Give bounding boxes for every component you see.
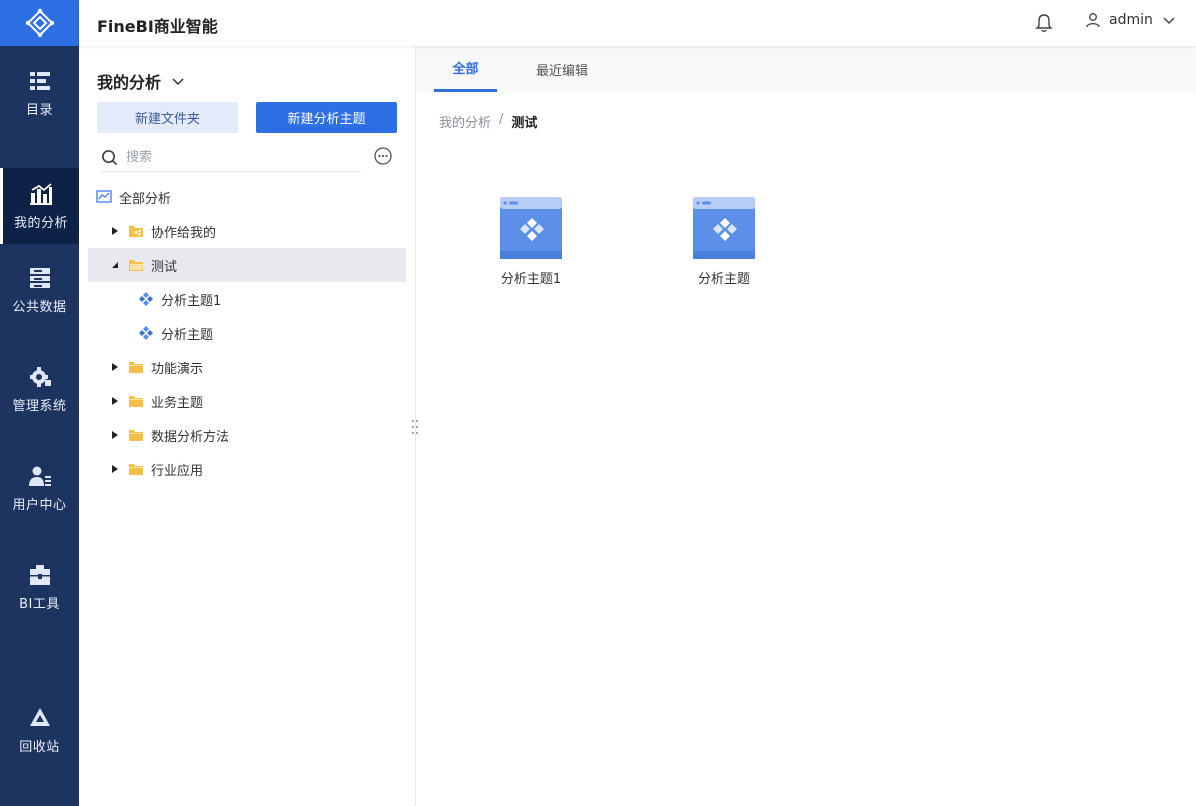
rail-item-user-center[interactable]: 用户中心 — [0, 450, 79, 526]
search-box — [101, 144, 361, 172]
panel-title: 我的分析 — [97, 73, 162, 92]
analysis-subject-icon — [139, 326, 153, 340]
breadcrumb-separator: / — [499, 112, 504, 127]
breadcrumb-root[interactable]: 我的分析 — [439, 112, 491, 131]
chevron-down-icon — [172, 78, 184, 86]
subject-card[interactable]: 分析主题 — [664, 196, 784, 287]
app-title: FineBI商业智能 — [97, 17, 218, 36]
rail-item-label: 管理系统 — [12, 398, 67, 414]
recycle-icon — [29, 707, 50, 726]
tree-item-label: 分析主题 — [161, 327, 214, 343]
rail-item-label: 我的分析 — [13, 215, 68, 231]
panel-title-dropdown[interactable]: 我的分析 — [97, 69, 185, 93]
user-name: admin — [1109, 12, 1153, 28]
shared-folder-icon — [129, 226, 143, 237]
caret-right-icon — [112, 465, 118, 473]
tree-item-label: 数据分析方法 — [151, 429, 230, 445]
bell-icon[interactable] — [1034, 13, 1054, 33]
finebi-logo-icon — [25, 8, 54, 38]
line-chart-icon — [96, 190, 112, 203]
tree-item-label: 全部分析 — [119, 191, 172, 207]
new-subject-button[interactable]: 新建分析主题 — [256, 102, 397, 133]
user-icon — [1086, 13, 1100, 28]
analysis-subject-card-icon — [500, 197, 562, 259]
rail-item-label: 目录 — [25, 102, 53, 118]
top-header: FineBI商业智能 admin — [79, 0, 1196, 46]
tree-item-business-subject[interactable]: 业务主题 — [88, 384, 406, 418]
analysis-chart-icon — [30, 182, 52, 205]
toolbox-icon — [29, 564, 50, 585]
more-options-icon[interactable] — [374, 147, 392, 165]
rail-item-label: 用户中心 — [12, 497, 67, 513]
tree-item-test[interactable]: 测试 — [88, 248, 406, 282]
panel-resize-handle[interactable] — [410, 418, 420, 436]
tab-all[interactable]: 全部 — [434, 46, 497, 92]
nav-rail: 目录 我的分析 公共数据 管理系统 用户中心 BI工具 回收站 — [0, 0, 79, 806]
rail-item-manage-system[interactable]: 管理系统 — [0, 351, 79, 427]
folder-icon — [129, 362, 143, 373]
analysis-panel: 我的分析 新建文件夹 新建分析主题 全部分析 协作给我的 测试 分析主题1 分析 — [79, 46, 416, 806]
tree-item-label: 协作给我的 — [151, 225, 217, 241]
content-tabs: 全部 最近编辑 — [416, 46, 1196, 92]
caret-right-icon — [112, 397, 118, 405]
card-label: 分析主题1 — [500, 272, 562, 287]
tree-item-shared-to-me[interactable]: 协作给我的 — [88, 214, 406, 248]
search-icon — [102, 150, 118, 166]
caret-right-icon — [112, 227, 118, 235]
caret-right-icon — [112, 431, 118, 439]
rail-item-label: 公共数据 — [12, 299, 67, 315]
analysis-subject-card-icon — [693, 197, 755, 259]
subject-card[interactable]: 分析主题1 — [471, 196, 591, 287]
tree-item-label: 业务主题 — [151, 395, 204, 411]
tab-recent[interactable]: 最近编辑 — [524, 46, 600, 92]
tree-item-label: 功能演示 — [151, 361, 204, 377]
rail-item-my-analysis[interactable]: 我的分析 — [0, 168, 79, 244]
rail-item-label: 回收站 — [19, 739, 60, 755]
tree-item-subject[interactable]: 分析主题 — [88, 316, 406, 350]
rail-item-bi-tools[interactable]: BI工具 — [0, 549, 79, 625]
tree-item-all-analysis[interactable]: 全部分析 — [88, 180, 406, 214]
folder-icon — [129, 430, 143, 441]
folder-icon — [129, 464, 143, 475]
tree-item-label: 测试 — [151, 259, 178, 275]
tree-item-label: 分析主题1 — [161, 293, 222, 309]
tree-item-label: 行业应用 — [151, 463, 204, 479]
breadcrumb: 我的分析 / 测试 — [439, 112, 537, 131]
app-logo[interactable] — [0, 0, 79, 46]
tree-item-industry-apps[interactable]: 行业应用 — [88, 452, 406, 486]
caret-down-icon — [112, 262, 118, 268]
chevron-down-icon — [1163, 17, 1175, 25]
rail-item-label: BI工具 — [19, 596, 60, 612]
rail-item-catalog[interactable]: 目录 — [0, 55, 79, 131]
tree-item-data-analysis-methods[interactable]: 数据分析方法 — [88, 418, 406, 452]
caret-right-icon — [112, 363, 118, 371]
tree-item-feature-demo[interactable]: 功能演示 — [88, 350, 406, 384]
database-icon — [29, 267, 50, 288]
rail-item-recycle-bin[interactable]: 回收站 — [0, 692, 79, 768]
folder-open-icon — [129, 260, 143, 271]
user-manage-icon — [28, 466, 51, 486]
catalog-icon — [29, 71, 50, 90]
folder-icon — [129, 396, 143, 407]
gear-icon — [29, 366, 51, 387]
breadcrumb-current: 测试 — [511, 116, 538, 131]
rail-item-public-data[interactable]: 公共数据 — [0, 252, 79, 328]
user-menu[interactable]: admin — [1085, 12, 1177, 28]
analysis-subject-icon — [139, 292, 153, 306]
new-folder-button[interactable]: 新建文件夹 — [97, 102, 238, 133]
search-input[interactable] — [126, 150, 346, 165]
card-label: 分析主题 — [697, 272, 750, 287]
folder-tree: 全部分析 协作给我的 测试 分析主题1 分析主题 功能演示 业务主题 数据分析方… — [88, 180, 406, 486]
tree-item-subject-1[interactable]: 分析主题1 — [88, 282, 406, 316]
